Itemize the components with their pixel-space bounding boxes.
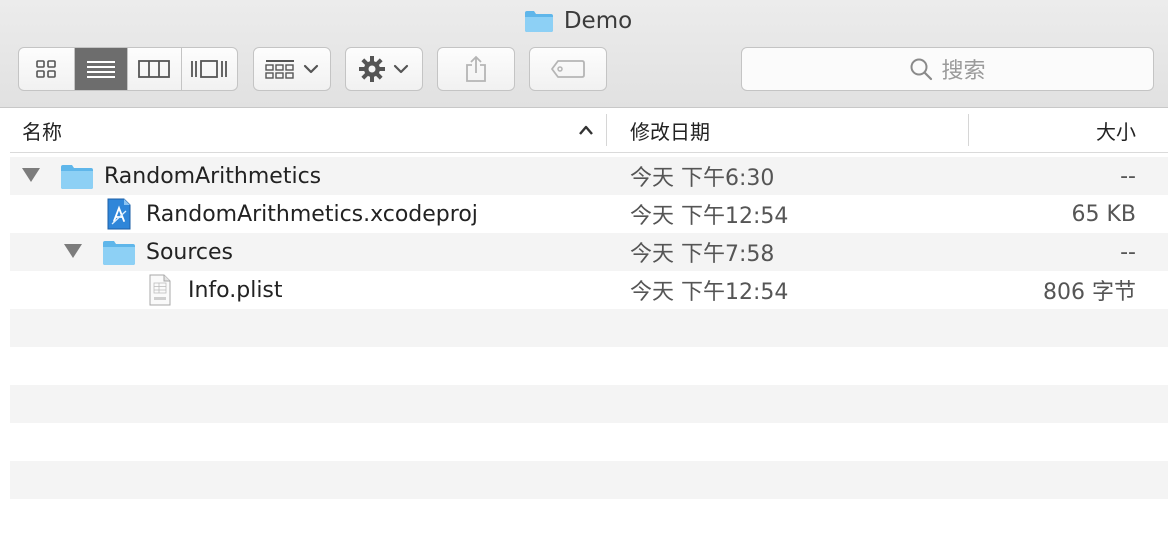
file-row[interactable]: RandomArithmetics.xcodeproj 今天 下午12:54 6…: [10, 195, 1168, 233]
sort-ascending-icon: [579, 125, 593, 135]
file-date: 今天 下午6:30: [630, 166, 775, 191]
file-name: Info.plist: [188, 277, 283, 303]
column-header-row: 名称 修改日期 大小: [10, 108, 1168, 153]
list-view-button[interactable]: [74, 48, 129, 90]
folder-icon: [61, 165, 93, 189]
empty-row: [10, 385, 1168, 423]
cover-flow-view-button[interactable]: [182, 48, 237, 90]
arrange-button[interactable]: [253, 47, 331, 91]
column-header-size[interactable]: 大小: [1096, 108, 1136, 152]
column-header-size-label: 大小: [1096, 119, 1136, 144]
chevron-down-icon: [303, 64, 319, 74]
file-row[interactable]: Sources 今天 下午7:58 --: [10, 233, 1168, 271]
arrange-grid-icon: [265, 60, 294, 79]
empty-row: [10, 423, 1168, 461]
icon-view-icon: [36, 60, 57, 78]
share-icon: [466, 55, 486, 82]
file-list: 名称 修改日期 大小 RandomArithmetics 今天 下午6:30 -…: [10, 108, 1168, 532]
file-name: Sources: [146, 239, 234, 265]
window-title-bar: Demo: [0, 5, 1168, 37]
share-button[interactable]: [437, 47, 515, 91]
disclosure-triangle-icon[interactable]: [64, 244, 82, 258]
search-placeholder: 搜索: [941, 59, 986, 84]
folder-icon: [103, 241, 135, 265]
column-view-icon: [138, 60, 171, 78]
view-mode-control[interactable]: [18, 47, 238, 91]
file-name: RandomArithmetics: [104, 163, 322, 189]
file-row[interactable]: Info.plist 今天 下午12:54 806 字节: [10, 271, 1168, 309]
window-title: Demo: [563, 8, 633, 34]
empty-row: [10, 309, 1168, 347]
action-button[interactable]: [345, 47, 423, 91]
plist-file-icon: [149, 274, 171, 306]
file-row[interactable]: RandomArithmetics 今天 下午6:30 --: [10, 157, 1168, 195]
empty-row: [10, 499, 1168, 537]
search-field[interactable]: 搜索: [741, 47, 1154, 91]
file-size: 806 字节: [1043, 280, 1136, 305]
file-date: 今天 下午12:54: [630, 280, 789, 305]
search-icon: [910, 58, 933, 81]
column-header-name-label: 名称: [22, 119, 62, 144]
file-name: RandomArithmetics.xcodeproj: [146, 201, 478, 227]
disclosure-triangle-icon[interactable]: [22, 168, 40, 182]
file-date: 今天 下午12:54: [630, 204, 789, 229]
column-header-date-label: 修改日期: [630, 119, 710, 144]
cover-flow-icon: [191, 60, 228, 78]
empty-row: [10, 461, 1168, 499]
tag-button[interactable]: [529, 47, 607, 91]
file-date: 今天 下午7:58: [630, 242, 775, 267]
column-header-date[interactable]: 修改日期: [630, 108, 710, 152]
file-size: --: [1120, 239, 1136, 265]
column-divider[interactable]: [968, 114, 969, 146]
window-toolbar: Demo 搜索: [0, 0, 1168, 108]
gear-icon: [359, 56, 385, 82]
file-rows: RandomArithmetics 今天 下午6:30 -- RandomAri…: [10, 157, 1168, 537]
icon-view-button[interactable]: [19, 48, 75, 90]
file-size: 65 KB: [1071, 201, 1136, 227]
list-view-icon: [86, 61, 115, 78]
column-view-button[interactable]: [128, 48, 182, 90]
chevron-down-icon: [393, 64, 409, 74]
xcodeproj-icon: [107, 198, 131, 230]
empty-row: [10, 347, 1168, 385]
file-size: --: [1120, 163, 1136, 189]
tag-icon: [551, 60, 585, 78]
column-header-name[interactable]: 名称: [22, 108, 608, 152]
folder-icon: [524, 11, 553, 32]
column-divider[interactable]: [606, 114, 607, 146]
